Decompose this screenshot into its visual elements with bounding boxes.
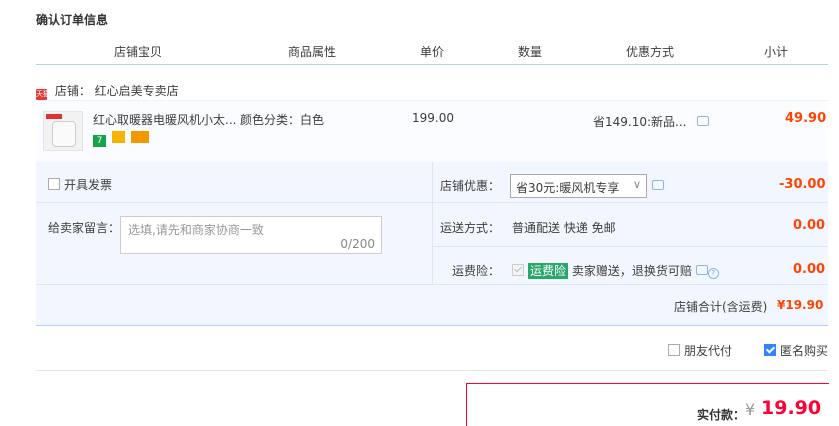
- chat-icon[interactable]: [695, 265, 708, 275]
- product-thumbnail[interactable]: [43, 111, 83, 151]
- anonymous-option[interactable]: 匿名购买: [764, 342, 828, 359]
- col-subtotal: 小计: [764, 45, 789, 59]
- payment-label: 实付款：: [697, 408, 746, 422]
- shipping-amount: 0.00: [793, 218, 826, 233]
- order-item-row: 红心取暖器电暖风机小太... 7 颜色分类：白色 199.00 省149.10:…: [36, 100, 828, 163]
- shop-discount-value: 省30元:暖风机专享: [516, 181, 620, 195]
- shop-total-value: ¥19.90: [777, 298, 824, 312]
- item-subtotal: 49.90: [785, 111, 827, 126]
- chat-icon[interactable]: [697, 116, 709, 126]
- shop-name[interactable]: 红心启美专卖店: [95, 84, 179, 98]
- tmall-logo-icon: 天猫: [36, 89, 50, 100]
- item-discount[interactable]: 省149.10:新品...: [593, 113, 686, 130]
- heater-image-icon: [52, 121, 76, 147]
- chevron-down-icon: ∨: [632, 178, 641, 191]
- invoice-checkbox[interactable]: [48, 178, 60, 190]
- product-attr: 颜色分类：白色: [240, 113, 325, 127]
- shop-line: 天猫 店铺： 红心启美专卖店: [36, 82, 179, 100]
- friend-pay-checkbox[interactable]: [668, 344, 680, 356]
- payment-amount: 19.90: [761, 397, 822, 419]
- seven-day-return-icon: 7: [93, 135, 106, 147]
- insurance-amount: 0.00: [793, 262, 826, 277]
- col-discount: 优惠方式: [626, 45, 675, 59]
- unit-price: 199.00: [412, 111, 454, 125]
- insurance-checkbox: [512, 264, 524, 276]
- invoice-label: 开具发票: [64, 178, 113, 192]
- payment-box: 实付款： ¥ 19.90: [466, 383, 829, 426]
- col-shop-item: 店铺宝贝: [114, 45, 163, 59]
- shop-discount-select[interactable]: 省30元:暖风机专享 ∨: [510, 174, 647, 198]
- divider: [36, 284, 828, 285]
- insurance-option: 运费险 卖家赠送，退换货可赔 ?: [512, 262, 719, 279]
- guarantee-icon: [111, 131, 125, 143]
- insurance-text: 卖家赠送，退换货可赔: [571, 264, 692, 278]
- order-options-panel: 开具发票 给卖家留言： 选填,请先和商家协商一致 0/200 店铺优惠： 省30…: [36, 162, 828, 326]
- insurance-badge: 运费险: [528, 263, 569, 279]
- shop-total-label: 店铺合计(含运费): [674, 300, 768, 314]
- message-counter: 0/200: [340, 237, 375, 251]
- divider: [432, 246, 828, 247]
- anonymous-checkbox[interactable]: [764, 344, 776, 356]
- page-title: 确认订单信息: [36, 13, 109, 27]
- insurance-label: 运费险：: [452, 264, 501, 278]
- message-placeholder: 选填,请先和商家协商一致: [128, 223, 264, 237]
- vertical-divider: [432, 162, 433, 284]
- product-name[interactable]: 红心取暖器电暖风机小太...: [93, 111, 236, 128]
- col-qty: 数量: [518, 45, 543, 59]
- anonymous-label: 匿名购买: [780, 344, 829, 358]
- service-badges: 7: [93, 131, 151, 147]
- invoice-option[interactable]: 开具发票: [48, 176, 112, 193]
- friend-pay-label: 朋友代付: [684, 344, 733, 358]
- payment-currency: ¥: [745, 400, 756, 419]
- col-attr: 商品属性: [288, 45, 337, 59]
- message-label: 给卖家留言：: [48, 221, 121, 235]
- credit-card-icon: [130, 131, 149, 143]
- thumbnail-tag: [46, 114, 62, 119]
- shipping-label: 运送方式：: [440, 221, 501, 235]
- shop-discount-label: 店铺优惠：: [440, 179, 501, 193]
- shop-label: 店铺：: [54, 84, 91, 98]
- shipping-method: 普通配送 快递 免邮: [512, 221, 616, 235]
- message-textarea[interactable]: 选填,请先和商家协商一致 0/200: [120, 216, 382, 254]
- help-icon[interactable]: ?: [707, 268, 719, 279]
- friend-pay-option[interactable]: 朋友代付: [668, 342, 732, 359]
- divider: [36, 202, 828, 203]
- column-header: 店铺宝贝 商品属性 单价 数量 优惠方式 小计: [36, 36, 828, 65]
- chat-icon[interactable]: [652, 180, 664, 190]
- shop-discount-amount: -30.00: [779, 177, 826, 192]
- col-price: 单价: [420, 45, 445, 59]
- divider: [36, 370, 828, 371]
